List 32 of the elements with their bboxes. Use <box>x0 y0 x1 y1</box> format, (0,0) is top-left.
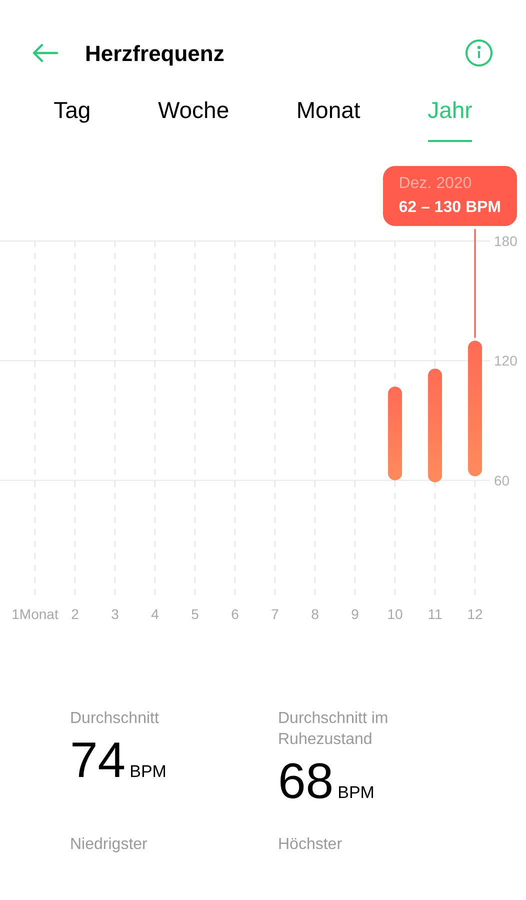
y-tick-label: 180 <box>494 232 518 248</box>
tab[interactable]: Tag <box>54 93 91 142</box>
info-button[interactable] <box>465 39 493 67</box>
page-title: Herzfrequenz <box>85 40 224 68</box>
stat-label: Durchschnitt im Ruhezustand <box>278 708 390 750</box>
stat-label: Höchster <box>278 834 344 854</box>
x-tick-label: 1Monat <box>12 606 58 622</box>
stat-unit: BPM <box>338 782 374 804</box>
x-tick-label: 12 <box>467 606 483 622</box>
tooltip-title: Dez. 2020 <box>398 174 473 194</box>
x-tick-label: 2 <box>71 606 79 622</box>
info-icon <box>465 39 493 67</box>
tab[interactable]: Woche <box>158 93 230 142</box>
x-tick-label: 11 <box>428 606 442 622</box>
back-arrow-icon <box>32 43 58 63</box>
tooltip-range: 62 – 130 BPM <box>398 198 501 218</box>
stat-value: 74 <box>70 730 126 788</box>
stat-value: 68 <box>278 752 334 810</box>
x-tick-label: 9 <box>351 606 359 622</box>
stat-label: Niedrigster <box>70 834 148 854</box>
x-tick-label: 5 <box>191 606 199 622</box>
x-tick-label: 3 <box>111 606 119 622</box>
stat-label: Durchschnitt <box>70 708 160 728</box>
stat-unit: BPM <box>130 760 166 782</box>
x-tick-label: 7 <box>271 606 279 622</box>
x-tick-label: 10 <box>387 606 403 622</box>
x-tick-label: 4 <box>151 606 159 622</box>
y-tick-label: 60 <box>494 472 510 488</box>
x-tick-label: 8 <box>311 606 319 622</box>
y-tick-label: 120 <box>494 352 518 368</box>
tab[interactable]: Monat <box>296 93 360 142</box>
x-tick-label: 6 <box>231 606 239 622</box>
